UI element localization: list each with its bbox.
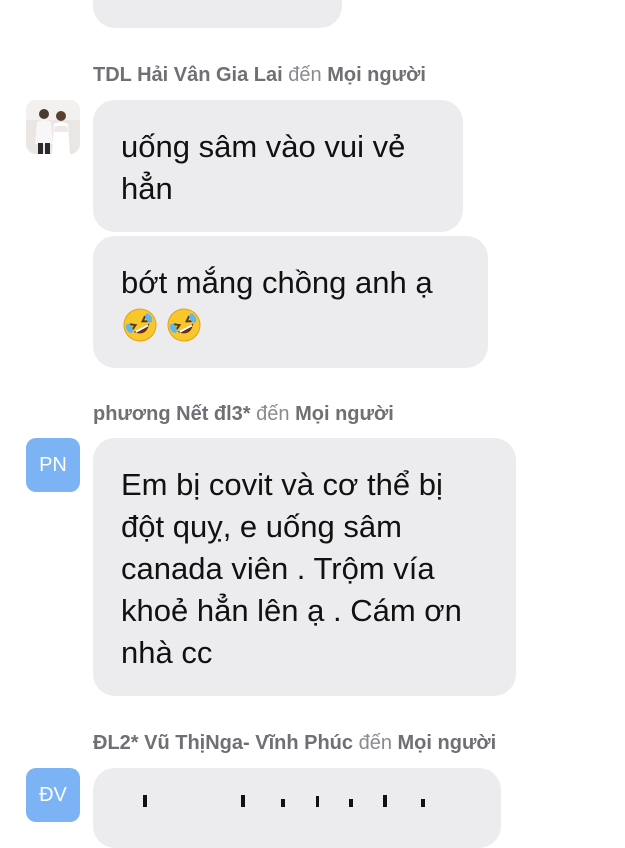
to-label: đến: [288, 64, 322, 86]
rolling-on-floor-laughing-emoji: [167, 308, 201, 342]
message-bubble[interactable]: Em bị covit và cơ thể bị đột quỵ, e uống…: [93, 438, 516, 696]
sender-name[interactable]: ĐL2* Vũ ThịNga- Vĩnh Phúc: [93, 732, 353, 754]
sender-name[interactable]: phương Nết đl3*: [93, 403, 251, 425]
sender-line: ĐL2* Vũ ThịNga- Vĩnh Phúc đến Mọi người: [93, 732, 496, 755]
avatar[interactable]: ĐV: [26, 768, 80, 822]
message-bubble[interactable]: uống sâm vào vui vẻ hẳn: [93, 100, 463, 232]
message-bubble[interactable]: bớt mắng chồng anh ạ: [93, 236, 488, 368]
message-bubble[interactable]: [93, 768, 501, 848]
message-text: uống sâm vào vui vẻ hẳn: [121, 129, 406, 206]
recipient-name: Mọi người: [295, 403, 394, 425]
sender-name[interactable]: TDL Hải Vân Gia Lai: [93, 64, 283, 86]
message-text: bớt mắng chồng anh ạ: [121, 265, 433, 300]
message-text-cropped: [143, 795, 425, 807]
avatar[interactable]: [26, 100, 80, 154]
avatar-photo: [26, 100, 80, 154]
sender-line: TDL Hải Vân Gia Lai đến Mọi người: [93, 64, 426, 87]
rolling-on-floor-laughing-emoji: [123, 308, 157, 342]
message-text: Em bị covit và cơ thể bị đột quỵ, e uống…: [121, 467, 462, 670]
emoji-row: [121, 306, 462, 344]
avatar-initials: ĐV: [39, 784, 67, 806]
sender-line: phương Nết đl3* đến Mọi người: [93, 403, 394, 426]
recipient-name: Mọi người: [397, 732, 497, 754]
recipient-name: Mọi người: [327, 64, 426, 86]
message-bubble-previous[interactable]: [93, 0, 342, 28]
to-label: đến: [256, 403, 290, 425]
to-label: đến: [358, 732, 392, 754]
avatar[interactable]: PN: [26, 438, 80, 492]
avatar-initials: PN: [39, 453, 67, 476]
